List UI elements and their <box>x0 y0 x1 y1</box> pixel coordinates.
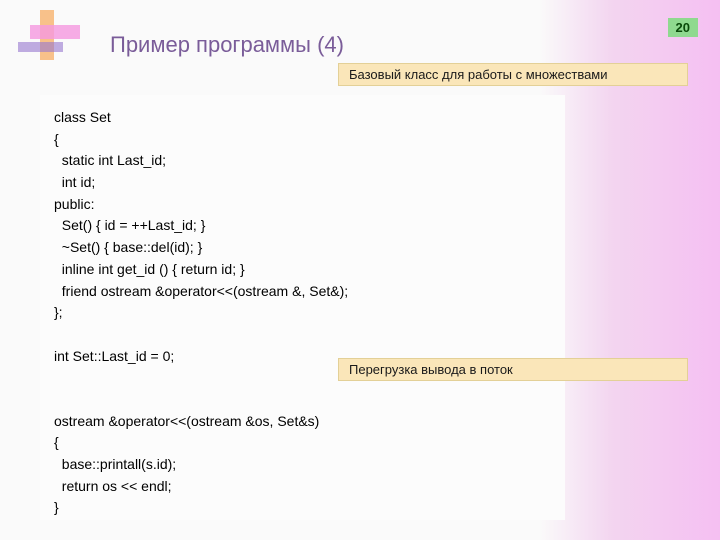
corner-decoration <box>0 10 100 65</box>
page-number-badge: 20 <box>668 18 698 37</box>
callout-base-class: Базовый класс для работы с множествами <box>338 63 688 86</box>
code-block-container: class Set { static int Last_id; int id; … <box>40 95 565 520</box>
code-listing: class Set { static int Last_id; int id; … <box>54 107 551 519</box>
slide-title: Пример программы (4) <box>110 32 344 58</box>
callout-stream-overload: Перегрузка вывода в поток <box>338 358 688 381</box>
